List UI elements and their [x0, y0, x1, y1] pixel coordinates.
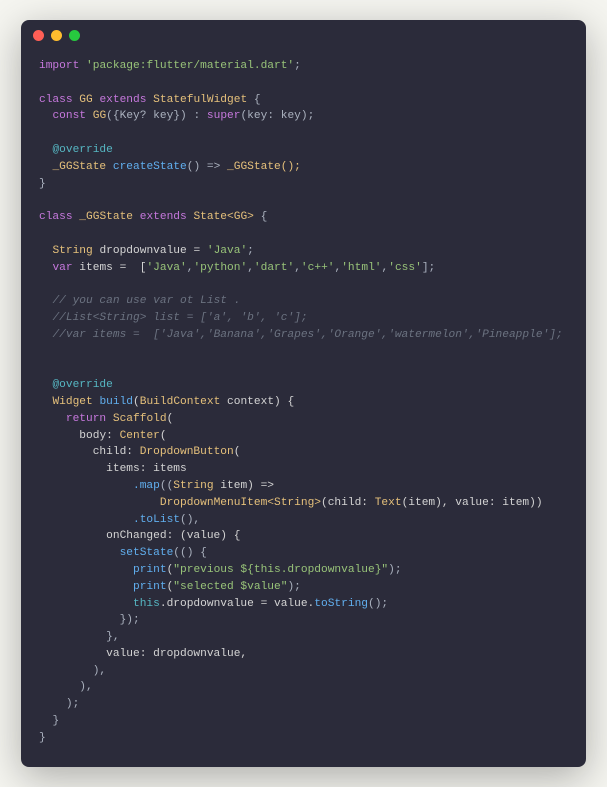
code-area[interactable]: import 'package:flutter/material.dart'; …	[21, 50, 586, 767]
type-statefulwidget: StatefulWidget	[153, 94, 247, 106]
keyword-import: import	[39, 60, 79, 72]
comment-line-2: //List<String> list = ['a', 'b', 'c'];	[52, 312, 307, 324]
override-annotation: @override	[52, 144, 112, 156]
initial-value: 'Java'	[207, 245, 247, 257]
comment-line-1: // you can use var ot List .	[52, 295, 240, 307]
minimize-icon[interactable]	[51, 30, 62, 41]
close-icon[interactable]	[33, 30, 44, 41]
import-path: 'package:flutter/material.dart'	[86, 60, 294, 72]
comment-line-3: //var items = ['Java','Banana','Grapes',…	[52, 329, 562, 341]
fn-createstate: createState	[113, 161, 187, 173]
window-titlebar	[21, 20, 586, 50]
code-window: import 'package:flutter/material.dart'; …	[21, 20, 586, 767]
print-previous: "previous ${this.dropdownvalue}"	[173, 564, 388, 576]
print-selected: "selected $value"	[173, 581, 287, 593]
maximize-icon[interactable]	[69, 30, 80, 41]
keyword-class: class	[39, 94, 73, 106]
dropdownbutton-widget: DropdownButton	[140, 446, 234, 458]
fn-setstate: setState	[120, 547, 174, 559]
scaffold-widget: Scaffold	[113, 413, 167, 425]
fn-build: build	[99, 396, 133, 408]
class-name-ggstate: _GGState	[79, 211, 133, 223]
class-name-gg: GG	[79, 94, 92, 106]
